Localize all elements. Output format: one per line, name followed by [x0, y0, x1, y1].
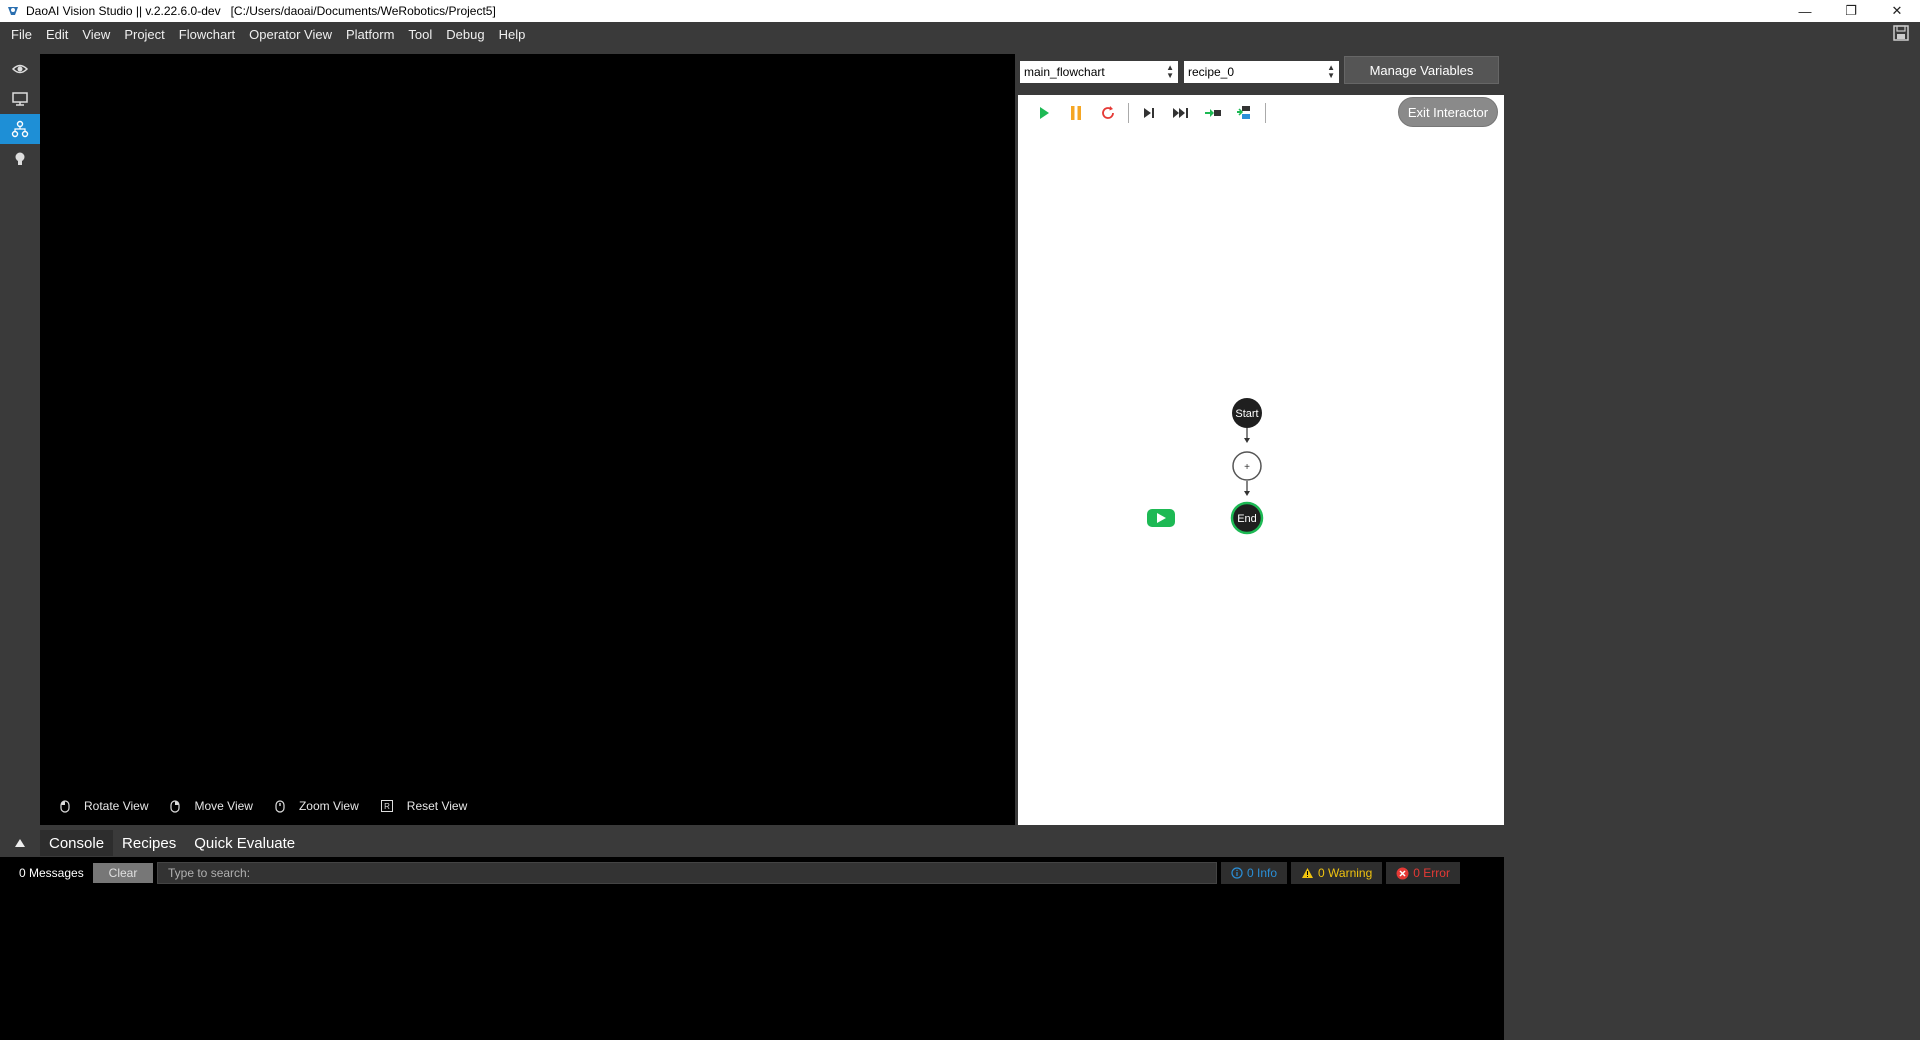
menu-file[interactable]: File: [4, 27, 39, 42]
console-panel: 0 Messages Clear 0 Info 0 Warning 0 Erro…: [0, 857, 1504, 1040]
warning-count: 0 Warning: [1318, 866, 1373, 880]
add-node-button[interactable]: +: [1232, 451, 1262, 481]
message-count: 0 Messages: [19, 866, 84, 880]
tab-recipes[interactable]: Recipes: [113, 830, 185, 856]
info-filter[interactable]: 0 Info: [1221, 862, 1288, 884]
tool-monitor[interactable]: [0, 84, 40, 114]
select-arrows-icon: ▲ ▼: [1327, 63, 1335, 80]
monitor-icon: [12, 92, 28, 106]
menu-help[interactable]: Help: [492, 27, 533, 42]
error-count: 0 Error: [1413, 866, 1450, 880]
info-icon: [1231, 867, 1243, 879]
play-badge-icon[interactable]: [1147, 509, 1175, 527]
image-viewer[interactable]: Rotate View Move View Zoom View R Reset …: [40, 54, 1015, 825]
minimize-button[interactable]: —: [1782, 0, 1828, 22]
menu-bar: File Edit View Project Flowchart Operato…: [0, 22, 1920, 46]
flowchart-canvas: Start + End: [1147, 398, 1264, 535]
window-title: DaoAI Vision Studio || v.2.22.6.0-dev [C…: [26, 4, 496, 18]
flowchart-panel[interactable]: Exit Interactor Start + End: [1018, 95, 1504, 825]
info-count: 0 Info: [1247, 866, 1278, 880]
menu-view[interactable]: View: [75, 27, 117, 42]
mouse-right-icon: [170, 799, 181, 813]
recipe-select-value: recipe_0: [1188, 65, 1235, 79]
side-toolstrip: [0, 54, 40, 174]
triangle-up-icon: [15, 839, 25, 847]
clear-button[interactable]: Clear: [93, 863, 153, 883]
title-bar: DaoAI Vision Studio || v.2.22.6.0-dev [C…: [0, 0, 1920, 22]
flowchart-select-value: main_flowchart: [1024, 65, 1105, 79]
add-node-label: +: [1244, 462, 1250, 473]
menu-edit[interactable]: Edit: [39, 27, 75, 42]
tab-quick-evaluate[interactable]: Quick Evaluate: [185, 830, 304, 856]
arrow-head: [1244, 491, 1250, 496]
restore-button[interactable]: ❐: [1828, 0, 1874, 22]
mouse-left-icon: [60, 799, 70, 813]
tool-flowchart[interactable]: [0, 114, 40, 144]
eye-icon: [11, 64, 29, 74]
recipe-select[interactable]: recipe_0 ▲ ▼: [1184, 61, 1339, 83]
console-toolbar: 0 Messages Clear 0 Info 0 Warning 0 Erro…: [0, 861, 1504, 885]
select-arrows-icon: ▲ ▼: [1166, 63, 1174, 80]
hint-rotate-view: Rotate View: [60, 799, 148, 813]
error-icon: [1396, 867, 1409, 879]
close-button[interactable]: ✕: [1874, 0, 1920, 22]
save-icon[interactable]: [1892, 24, 1910, 42]
flowchart-select[interactable]: main_flowchart ▲ ▼: [1020, 61, 1178, 83]
app-logo-icon: [8, 7, 18, 15]
svg-text:R: R: [384, 802, 390, 811]
arrow-head: [1244, 438, 1250, 443]
tool-eye[interactable]: [0, 54, 40, 84]
warning-icon: [1302, 868, 1314, 878]
bottom-tab-bar: Console Recipes Quick Evaluate: [0, 830, 1504, 856]
manage-variables-button[interactable]: Manage Variables: [1344, 56, 1499, 84]
menu-project[interactable]: Project: [117, 27, 171, 42]
error-filter[interactable]: 0 Error: [1386, 862, 1460, 884]
collapse-panel-button[interactable]: [0, 838, 40, 848]
end-node-label: End: [1237, 513, 1257, 525]
hint-reset-view: R Reset View: [380, 799, 467, 813]
hint-move-view: Move View: [170, 799, 253, 813]
tab-console[interactable]: Console: [40, 830, 114, 856]
menu-debug[interactable]: Debug: [439, 27, 491, 42]
viewer-hints: Rotate View Move View Zoom View R Reset …: [60, 799, 489, 813]
flowchart-icon: [11, 120, 29, 138]
menu-flowchart[interactable]: Flowchart: [172, 27, 242, 42]
menu-tool[interactable]: Tool: [401, 27, 439, 42]
hint-zoom-view: Zoom View: [275, 799, 359, 813]
start-node-label: Start: [1235, 408, 1258, 420]
lightbulb-icon: [15, 152, 25, 165]
warning-filter[interactable]: 0 Warning: [1291, 862, 1383, 884]
r-key-icon: R: [380, 800, 393, 812]
console-search-input[interactable]: [157, 862, 1217, 884]
tool-lightbulb[interactable]: [0, 144, 40, 174]
start-node[interactable]: Start: [1232, 398, 1262, 428]
mouse-wheel-icon: [275, 799, 285, 813]
menu-operator-view[interactable]: Operator View: [242, 27, 339, 42]
menu-platform[interactable]: Platform: [339, 27, 401, 42]
end-node[interactable]: End: [1230, 501, 1264, 535]
